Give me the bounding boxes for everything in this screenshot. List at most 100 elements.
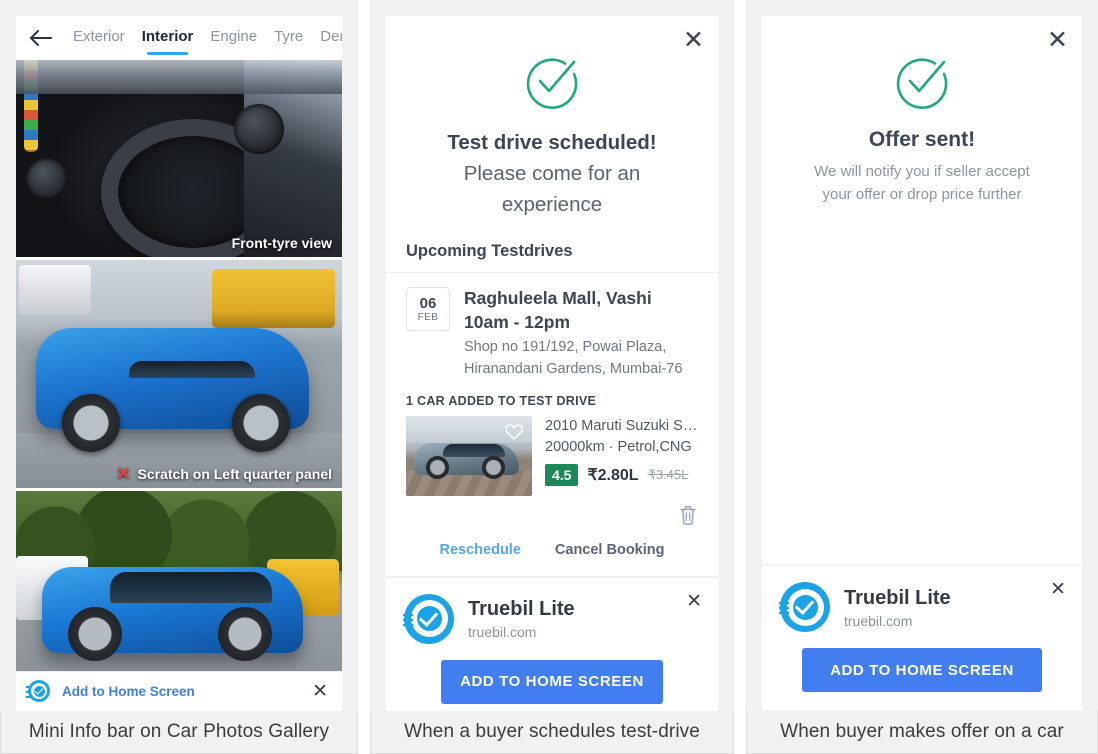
offer-sent-subtitle: We will notify you if seller accept your… bbox=[786, 160, 1058, 207]
success-check-icon bbox=[526, 58, 578, 109]
mini-bar-close-icon[interactable]: ✕ bbox=[312, 682, 328, 701]
install-app-url: truebil.com bbox=[844, 612, 913, 629]
screenshot-stage: Exterior Interior Engine Tyre Der Front-… bbox=[0, 0, 1098, 754]
reschedule-button[interactable]: Reschedule bbox=[440, 542, 521, 558]
gallery-tabbar: Exterior Interior Engine Tyre Der bbox=[16, 16, 342, 60]
tab-interior[interactable]: Interior bbox=[142, 28, 193, 55]
heart-outline-icon[interactable] bbox=[504, 422, 524, 442]
car-wheel-rear bbox=[231, 393, 290, 452]
tab-engine[interactable]: Engine bbox=[210, 28, 257, 48]
booking-month: FEB bbox=[417, 312, 439, 323]
car-details: 2010 Maruti Suzuki Swift XLI... 20000km … bbox=[545, 416, 698, 496]
booking-venue: Raghuleela Mall, Vashi bbox=[464, 288, 652, 309]
car-title: 2010 Maruti Suzuki Swift XLI... bbox=[545, 417, 698, 434]
background-truck bbox=[19, 264, 91, 315]
upcoming-testdrives-heading: Upcoming Testdrives bbox=[386, 242, 718, 274]
install-app-name: Truebil Lite bbox=[468, 598, 575, 621]
add-to-home-screen-button[interactable]: ADD TO HOME SCREEN bbox=[802, 648, 1042, 692]
booking-address-line-1: Shop no 191/192, Powai Plaza, bbox=[464, 338, 667, 355]
air-vent-right-icon bbox=[234, 104, 284, 154]
modal-close-icon[interactable]: ✕ bbox=[683, 28, 704, 53]
booking-details: 06 FEB Raghuleela Mall, Vashi 10am - 12p… bbox=[386, 273, 718, 379]
cancel-booking-button[interactable]: Cancel Booking bbox=[555, 542, 665, 558]
test-drive-headline-rest: Please come for an experience bbox=[463, 161, 641, 216]
install-banner-close-icon[interactable]: ✕ bbox=[686, 592, 702, 611]
phone-frame-offer: ✕ Offer sent! We will notify you if sell… bbox=[762, 16, 1082, 710]
offer-sent-modal: ✕ Offer sent! We will notify you if sell… bbox=[762, 16, 1082, 710]
car-specs: 20000km · Petrol,CNG bbox=[545, 439, 692, 456]
cars-added-heading: 1 CAR ADDED TO TEST DRIVE bbox=[406, 393, 597, 408]
mini-bar-label: Add to Home Screen bbox=[62, 683, 195, 699]
install-banner-header: Truebil Lite truebil.com bbox=[403, 593, 700, 644]
panel-gallery: Exterior Interior Engine Tyre Der Front-… bbox=[0, 0, 358, 754]
thumb-wheel-front bbox=[426, 455, 450, 479]
car-thumbnail[interactable] bbox=[406, 415, 532, 496]
photo-caption-text-1: Front-tyre view bbox=[231, 235, 332, 251]
car-rating-badge: 4.5 bbox=[545, 464, 579, 487]
booking-day: 06 bbox=[419, 294, 437, 312]
car-wheel-rear bbox=[217, 607, 272, 662]
phone-frame-test-drive: ✕ Test drive scheduled! Please come for … bbox=[386, 16, 718, 711]
panel-caption-offer-sent: When buyer makes offer on a car bbox=[746, 710, 1098, 754]
truebil-logo-icon bbox=[403, 593, 454, 644]
photo-caption-1: Front-tyre view bbox=[232, 235, 332, 251]
test-drive-modal: ✕ Test drive scheduled! Please come for … bbox=[386, 16, 718, 711]
install-app-url: truebil.com bbox=[468, 624, 537, 641]
gallery-photo-rear[interactable] bbox=[16, 491, 342, 671]
car-body-shape bbox=[42, 567, 303, 662]
trash-icon[interactable] bbox=[678, 504, 698, 526]
booking-address-line-2: Hiranandani Gardens, Mumbai-76 bbox=[464, 361, 683, 378]
install-app-name: Truebil Lite bbox=[844, 586, 951, 609]
truebil-logo-icon bbox=[779, 582, 830, 632]
install-banner-header: Truebil Lite truebil.com bbox=[779, 582, 1064, 632]
photo-caption-text-2: Scratch on Left quarter panel bbox=[137, 465, 332, 482]
test-drive-headline: Test drive scheduled! Please come for an… bbox=[410, 128, 694, 220]
success-check-icon bbox=[896, 58, 948, 109]
booking-time: 10am - 12pm bbox=[464, 311, 571, 332]
blue-car-outdoor-image bbox=[16, 491, 342, 671]
panel-test-drive: ✕ Test drive scheduled! Please come for … bbox=[370, 0, 734, 754]
thumb-wheel-rear bbox=[481, 455, 505, 479]
thumb-car-body bbox=[413, 442, 520, 479]
car-interior-image bbox=[16, 60, 342, 257]
panel-caption-gallery: Mini Info bar on Car Photos Gallery bbox=[0, 710, 358, 754]
phone-frame-gallery: Exterior Interior Engine Tyre Der Front-… bbox=[16, 16, 342, 711]
dashboard-right-area bbox=[244, 60, 342, 257]
add-to-home-screen-mini-bar[interactable]: Add to Home Screen ✕ bbox=[16, 670, 342, 711]
defect-cross-icon: ✕ bbox=[116, 464, 131, 483]
remove-car-row bbox=[386, 496, 718, 526]
car-window-shape bbox=[128, 361, 255, 378]
install-banner-text: Truebil Lite truebil.com bbox=[468, 597, 575, 640]
background-bus bbox=[211, 269, 336, 329]
modal-spacer bbox=[762, 206, 1082, 565]
booking-info: Raghuleela Mall, Vashi 10am - 12pm Shop … bbox=[464, 287, 698, 379]
install-banner-close-icon[interactable]: ✕ bbox=[1050, 580, 1066, 599]
truebil-logo-icon bbox=[26, 680, 50, 703]
photo-caption-2: ✕ Scratch on Left quarter panel bbox=[116, 465, 332, 482]
panel-offer-sent: ✕ Offer sent! We will notify you if sell… bbox=[746, 0, 1098, 754]
car-window-shape bbox=[109, 572, 272, 603]
tab-exterior[interactable]: Exterior bbox=[73, 28, 125, 48]
offer-sent-subtitle-line-2: offer or drop price further bbox=[855, 186, 1022, 204]
hanging-ornament bbox=[24, 60, 38, 152]
install-banner: ✕ Truebil Lite truebil.com ADD TO HOME S… bbox=[386, 576, 718, 711]
car-price: ₹2.80L bbox=[587, 467, 639, 485]
offer-sent-headline: Offer sent! bbox=[868, 128, 976, 151]
test-drive-headline-bold: Test drive scheduled! bbox=[447, 131, 657, 154]
gallery-photo-interior[interactable]: Front-tyre view bbox=[16, 60, 342, 257]
blue-car-image bbox=[16, 260, 342, 488]
tab-tyre[interactable]: Tyre bbox=[274, 28, 303, 48]
add-to-home-screen-button[interactable]: ADD TO HOME SCREEN bbox=[441, 659, 663, 704]
photo-gallery: Front-tyre view ✕ Scratch on Left quarte… bbox=[16, 60, 342, 671]
back-arrow-icon[interactable] bbox=[28, 27, 54, 49]
gallery-photo-left-quarter[interactable]: ✕ Scratch on Left quarter panel bbox=[16, 260, 342, 488]
panel-caption-test-drive: When a buyer schedules test-drive bbox=[370, 710, 734, 754]
tab-dents[interactable]: Der bbox=[320, 28, 342, 48]
car-wheel-front bbox=[61, 393, 120, 452]
car-price-original: ₹3.45L bbox=[647, 467, 689, 483]
booking-date-chip: 06 FEB bbox=[406, 287, 450, 332]
air-vent-left-icon bbox=[26, 158, 68, 200]
car-list-item[interactable]: 2010 Maruti Suzuki Swift XLI... 20000km … bbox=[386, 415, 718, 496]
booking-actions: Reschedule Cancel Booking bbox=[386, 526, 718, 577]
modal-close-icon[interactable]: ✕ bbox=[1047, 28, 1068, 53]
